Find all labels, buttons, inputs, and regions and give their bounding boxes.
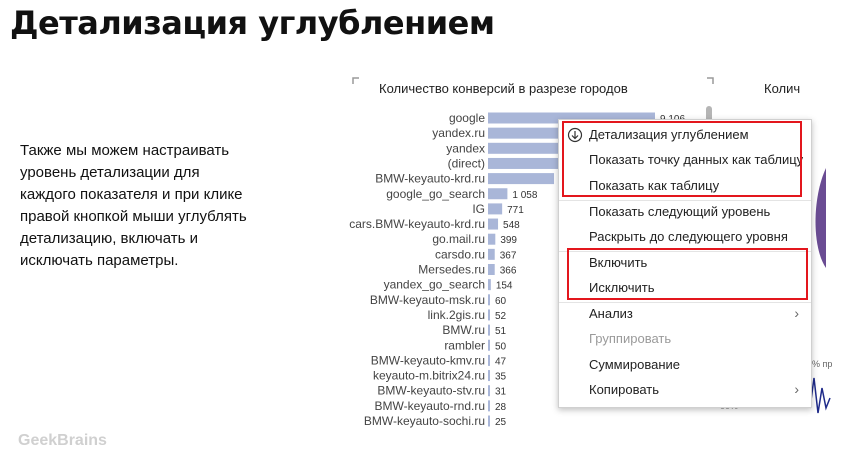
geekbrains-logo: GeekBrains: [18, 432, 107, 449]
chevron-right-icon: ›: [794, 381, 799, 397]
data-label: 366: [500, 266, 517, 277]
category-label: BMW-keyauto-sochi.ru: [364, 414, 485, 428]
category-label: cars.BMW-keyauto-krd.ru: [349, 217, 485, 231]
bar[interactable]: [488, 203, 503, 215]
slide-body-text: Также мы можем настраивать уровень детал…: [20, 142, 247, 269]
menu-item-label: Анализ: [589, 306, 633, 321]
bar[interactable]: [488, 188, 508, 200]
bar[interactable]: [488, 309, 490, 321]
data-label: 31: [495, 387, 507, 398]
category-label: (direct): [448, 156, 485, 170]
category-label: Mersedes.ru: [418, 263, 485, 277]
bar[interactable]: [488, 218, 499, 230]
bar[interactable]: [488, 324, 490, 336]
data-label: 50: [495, 341, 507, 352]
category-label: BMW-keyauto-kmv.ru: [371, 353, 485, 367]
bar[interactable]: [488, 173, 555, 185]
menu-item-summarize[interactable]: Суммирование: [559, 352, 811, 377]
percent-label-fragment: % пр: [812, 359, 832, 369]
highlight-box-drill-options: [562, 121, 802, 197]
bar[interactable]: [488, 279, 491, 291]
category-label: yandex_go_search: [384, 278, 485, 292]
category-label: yandex.ru: [432, 126, 485, 140]
menu-item-label: Раскрыть до следующего уровня: [589, 229, 788, 244]
category-label: carsdo.ru: [435, 247, 485, 261]
menu-item-analysis[interactable]: Анализ ›: [559, 301, 811, 326]
bar[interactable]: [488, 354, 490, 366]
category-label: yandex: [446, 141, 485, 155]
second-chart-edge: % пр: [810, 78, 864, 444]
data-label: 367: [500, 250, 517, 261]
second-chart-title-fragment: Колич: [764, 81, 801, 96]
category-label: BMW-keyauto-krd.ru: [375, 172, 485, 186]
category-label: google_go_search: [386, 187, 485, 201]
data-label: 35: [495, 372, 507, 383]
data-label: 399: [500, 235, 517, 246]
data-label: 28: [495, 402, 507, 413]
bar[interactable]: [488, 294, 490, 306]
chevron-right-icon: ›: [794, 305, 799, 321]
menu-item-label: Группировать: [589, 331, 672, 346]
data-label: 25: [495, 417, 507, 428]
menu-item-show-next-level[interactable]: Показать следующий уровень: [559, 199, 811, 224]
slide-title: Детализация углублением: [10, 4, 495, 42]
category-label: BMW-keyauto-stv.ru: [377, 384, 485, 398]
bar[interactable]: [488, 248, 495, 260]
category-label: BMW-keyauto-msk.ru: [370, 293, 485, 307]
bar[interactable]: [488, 264, 495, 275]
data-label: 548: [503, 220, 520, 231]
category-label: BMW-keyauto-rnd.ru: [375, 399, 485, 413]
category-label: rambler: [444, 338, 485, 352]
data-label: 52: [495, 311, 507, 322]
highlight-box-include-exclude: [567, 248, 808, 300]
category-label: go.mail.ru: [432, 232, 485, 246]
bar[interactable]: [488, 400, 490, 412]
line-fragment: [810, 377, 831, 414]
category-label: keyauto-m.bitrix24.ru: [373, 369, 485, 383]
data-label: 1 058: [512, 190, 537, 201]
category-label: BMW.ru: [442, 323, 485, 337]
data-label: 771: [507, 205, 524, 216]
category-label: google: [449, 111, 485, 125]
menu-item-label: Показать следующий уровень: [589, 204, 771, 219]
menu-item-group: Группировать: [559, 326, 811, 351]
bar[interactable]: [488, 339, 490, 351]
data-label: 60: [495, 296, 507, 307]
bar[interactable]: [488, 415, 490, 427]
data-label: 154: [496, 281, 513, 292]
bar[interactable]: [488, 233, 496, 245]
data-label: 51: [495, 326, 507, 337]
data-label: 47: [495, 356, 507, 367]
category-label: IG: [472, 202, 485, 216]
menu-item-label: Суммирование: [589, 357, 680, 372]
menu-item-expand-next-level[interactable]: Раскрыть до следующего уровня: [559, 224, 811, 249]
menu-item-label: Копировать: [589, 382, 659, 397]
category-label: link.2gis.ru: [428, 308, 485, 322]
donut-slice: [815, 168, 826, 268]
bar[interactable]: [488, 370, 490, 382]
bar[interactable]: [488, 385, 490, 397]
menu-item-copy[interactable]: Копировать ›: [559, 377, 811, 402]
